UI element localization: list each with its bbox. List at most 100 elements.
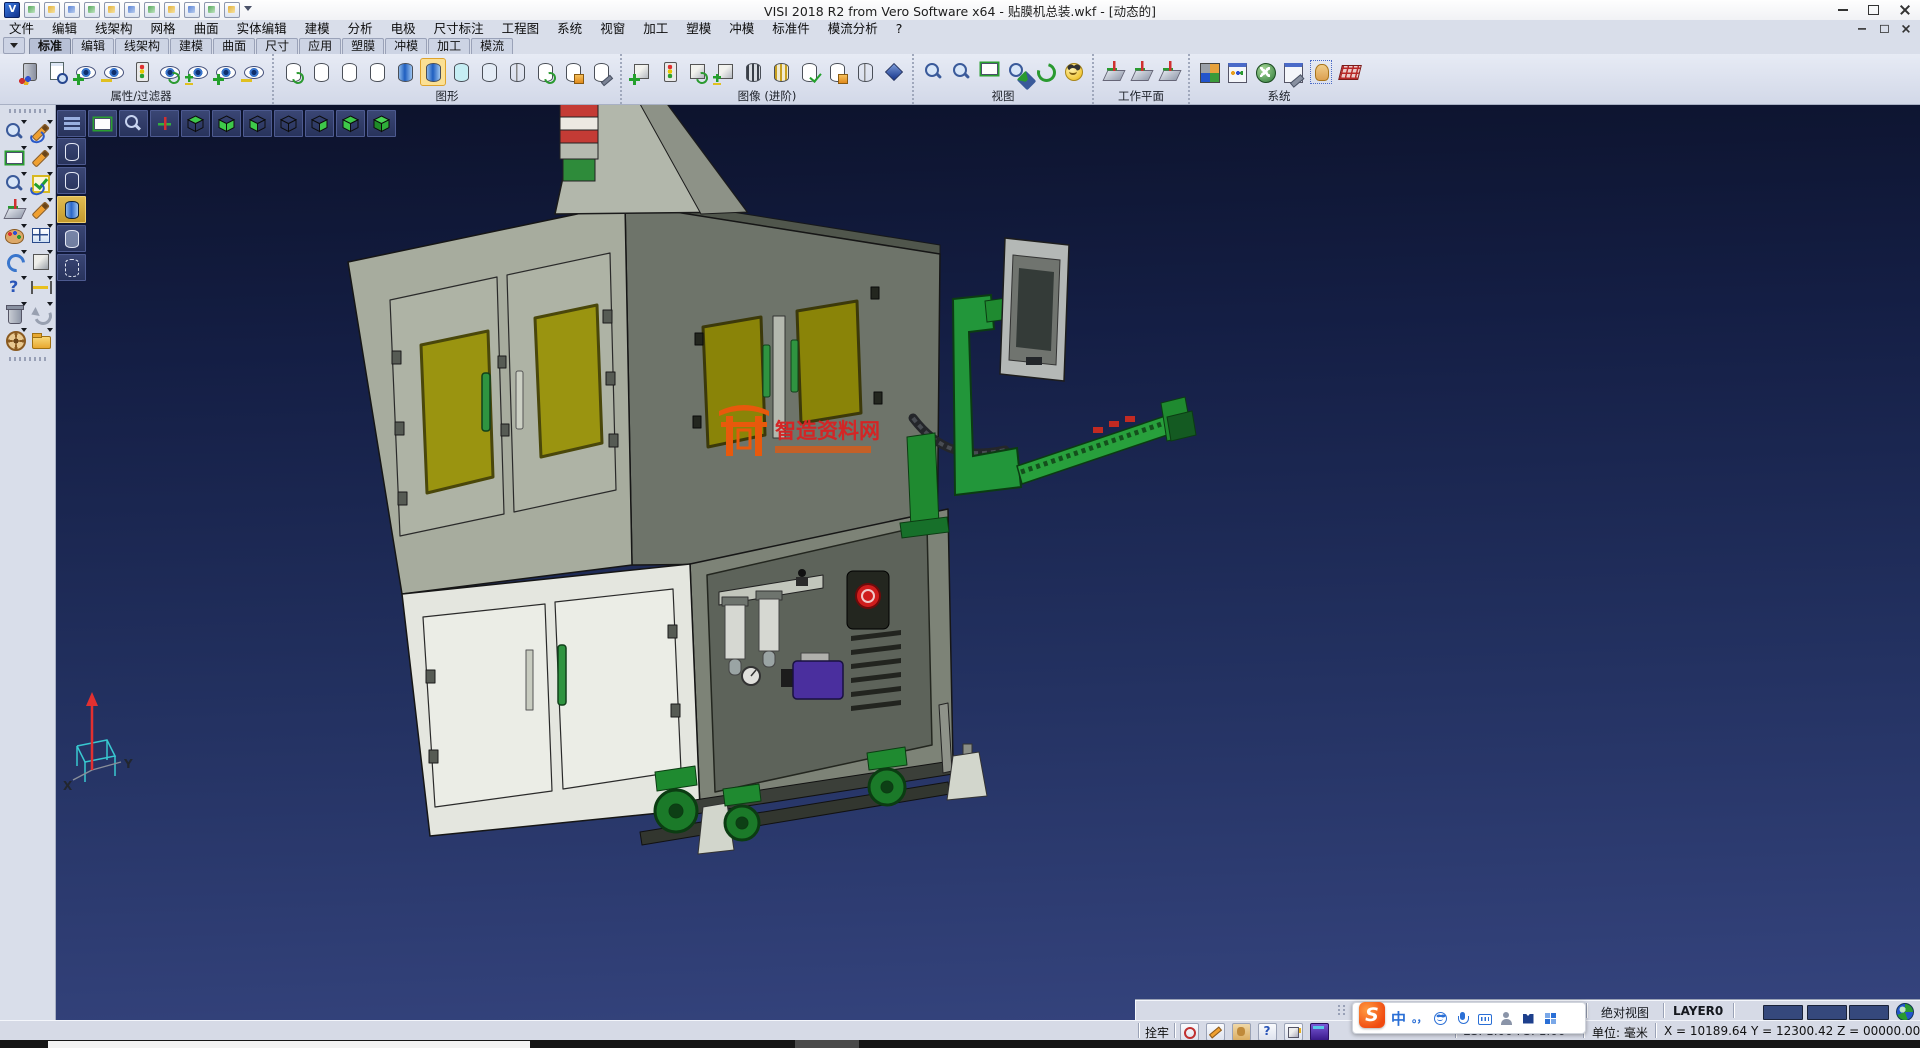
- context-help-button[interactable]: [2, 275, 27, 300]
- cyl-wire-b-icon[interactable]: [853, 59, 877, 85]
- eye-plus-icon[interactable]: [213, 59, 237, 85]
- undo-step-button[interactable]: [28, 301, 53, 326]
- color-swatch-3[interactable]: [1849, 1005, 1889, 1020]
- eye-plusminus-icon[interactable]: [185, 59, 209, 85]
- menu-item-12[interactable]: 视窗: [591, 20, 634, 37]
- cyl-blue-active-icon[interactable]: [421, 59, 445, 85]
- tab-4[interactable]: 曲面: [213, 38, 255, 54]
- box-refresh-icon[interactable]: [685, 59, 709, 85]
- globe-icon[interactable]: [1896, 1003, 1914, 1021]
- regen-view-button[interactable]: [2, 249, 27, 274]
- menu-item-5[interactable]: 实体编辑: [228, 20, 296, 37]
- menu-item-4[interactable]: 曲面: [185, 20, 228, 37]
- cyl-pale-icon[interactable]: [477, 59, 501, 85]
- select-window-button[interactable]: [2, 145, 27, 170]
- ime-toolbar[interactable]: S 中 。，: [1352, 1002, 1586, 1034]
- lock-toggle-label[interactable]: 拴牢: [1145, 1024, 1169, 1041]
- navigation-wheel-button[interactable]: [2, 327, 27, 352]
- copy-doc-icon[interactable]: [124, 2, 140, 18]
- snap-box-icon[interactable]: [1284, 1023, 1303, 1041]
- menu-item-15[interactable]: 冲模: [720, 20, 763, 37]
- cyl-copy-b-icon[interactable]: [825, 59, 849, 85]
- zoom-dynamic-icon[interactable]: [1005, 59, 1029, 85]
- active-layer-label[interactable]: LAYER0: [1673, 1004, 1723, 1018]
- save-file-icon[interactable]: [64, 2, 80, 18]
- edit-pencil-icon[interactable]: [1206, 1023, 1225, 1041]
- tab-1[interactable]: 编辑: [72, 38, 114, 54]
- snap-settings-icon[interactable]: [1309, 59, 1333, 85]
- ime-punctuation-toggle[interactable]: 。，: [1412, 1010, 1427, 1026]
- machine-model-canvas[interactable]: 智造资料网 X Y: [55, 104, 1920, 1020]
- cyl-recycle-icon[interactable]: [533, 59, 557, 85]
- quick-access-dropdown-icon[interactable]: [244, 6, 252, 15]
- tab-10[interactable]: 模流: [471, 38, 513, 54]
- menu-item-9[interactable]: 尺寸标注: [425, 20, 493, 37]
- doc-magnifier-icon[interactable]: [45, 59, 69, 85]
- panel-drag-handle-bottom[interactable]: [9, 357, 46, 361]
- maximize-button[interactable]: [1858, 0, 1889, 20]
- menu-item-18[interactable]: ?: [887, 20, 912, 37]
- cyl-wire-icon[interactable]: [505, 59, 529, 85]
- settings-doc-icon[interactable]: [224, 2, 240, 18]
- tab-3[interactable]: 建模: [170, 38, 212, 54]
- zoom-extents-icon[interactable]: [949, 59, 973, 85]
- model-viewport[interactable]: 智造资料网 X Y: [55, 104, 1920, 1020]
- spline-pencil-button[interactable]: [28, 197, 53, 222]
- color-swatch-2[interactable]: [1807, 1005, 1847, 1020]
- workplane-face-icon[interactable]: [1129, 59, 1153, 85]
- macro-doc-icon[interactable]: [164, 2, 180, 18]
- cyl-outline-c-icon[interactable]: [365, 59, 389, 85]
- absolute-view-label[interactable]: 绝对视图: [1601, 1004, 1649, 1021]
- tab-9[interactable]: 加工: [428, 38, 470, 54]
- eye-refresh-icon[interactable]: [157, 59, 181, 85]
- view-right-button[interactable]: [305, 110, 334, 137]
- shade-outline-b-button[interactable]: [57, 167, 86, 194]
- ime-language-toggle[interactable]: 中: [1391, 1008, 1406, 1029]
- menu-item-10[interactable]: 工程图: [493, 20, 549, 37]
- system-tools-icon[interactable]: [1253, 59, 1277, 85]
- tab-5[interactable]: 尺寸: [256, 38, 298, 54]
- open-file-icon[interactable]: [44, 2, 60, 18]
- style-pencil-button[interactable]: [28, 145, 53, 170]
- tab-7[interactable]: 塑膜: [342, 38, 384, 54]
- taskbar-app-segment[interactable]: [48, 1041, 530, 1048]
- eye-minus-icon[interactable]: [241, 59, 265, 85]
- paint-trash-icon[interactable]: [17, 59, 41, 85]
- menu-item-17[interactable]: 模流分析: [819, 20, 887, 37]
- multi-window-button[interactable]: [28, 223, 53, 248]
- soft-keyboard-icon[interactable]: [1477, 1011, 1492, 1026]
- view-left-button[interactable]: [243, 110, 272, 137]
- menu-item-1[interactable]: 编辑: [43, 20, 86, 37]
- cyl-cyan-icon[interactable]: [449, 59, 473, 85]
- tab-menu-dropdown-icon[interactable]: [3, 37, 25, 54]
- box-plusminus-icon[interactable]: [713, 59, 737, 85]
- open-document-button[interactable]: [28, 327, 53, 352]
- snapshot-doc-icon[interactable]: [1180, 1023, 1199, 1041]
- cyl-tools-icon[interactable]: [589, 59, 613, 85]
- cyl-outline-a-icon[interactable]: [309, 59, 333, 85]
- cyl-check-icon[interactable]: [797, 59, 821, 85]
- material-box-icon[interactable]: [1310, 1023, 1329, 1041]
- zoom-window-view-button[interactable]: [88, 110, 117, 137]
- settings-panel-icon[interactable]: [1225, 59, 1249, 85]
- close-button[interactable]: [1889, 0, 1920, 20]
- menu-item-7[interactable]: 分析: [339, 20, 382, 37]
- menu-item-0[interactable]: 文件: [0, 20, 43, 37]
- layout-grid-icon[interactable]: [1543, 1011, 1558, 1026]
- quick-help-icon[interactable]: [1258, 1023, 1277, 1041]
- view-list-button[interactable]: [57, 110, 86, 137]
- import-doc-icon[interactable]: [84, 2, 100, 18]
- emoji-face-icon[interactable]: [1433, 1011, 1448, 1026]
- zoom-view-button[interactable]: [119, 110, 148, 137]
- zoom-plusminus-button[interactable]: [2, 171, 27, 196]
- view-camera-icon[interactable]: [1061, 59, 1085, 85]
- microphone-icon[interactable]: [1455, 1011, 1470, 1026]
- measure-distance-button[interactable]: [28, 275, 53, 300]
- workplane-entity-icon[interactable]: [1157, 59, 1181, 85]
- dynamic-view-button[interactable]: [2, 197, 27, 222]
- color-swatch-1[interactable]: [1763, 1005, 1803, 1020]
- solid-box-button[interactable]: [28, 249, 53, 274]
- view-bottom-button[interactable]: [212, 110, 241, 137]
- view-axono-wire-button[interactable]: [274, 110, 303, 137]
- shade-outline-a-button[interactable]: [57, 138, 86, 165]
